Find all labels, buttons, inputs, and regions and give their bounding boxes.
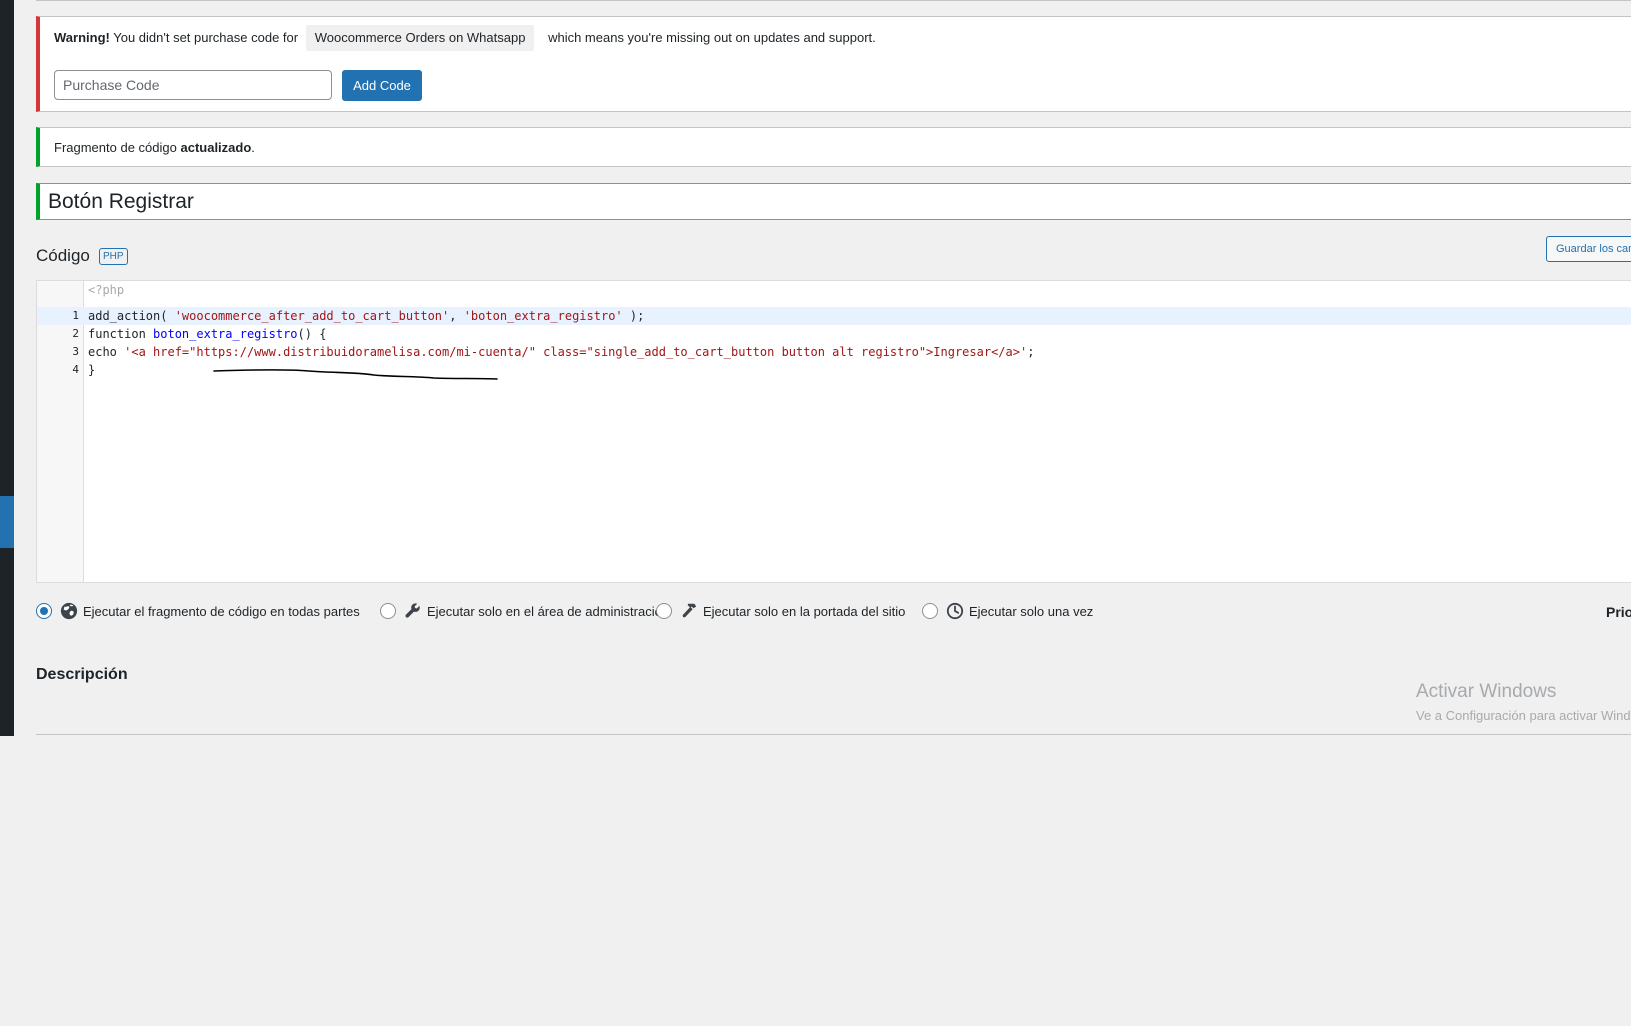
code-token: , — [449, 309, 464, 323]
description-heading: Descripción — [36, 666, 128, 683]
description-editor-top-border — [36, 734, 1631, 735]
warning-message: Warning! You didn't set purchase code fo… — [54, 25, 876, 51]
warning-text-after: which means you're missing out on update… — [548, 30, 876, 45]
code-token: } — [88, 363, 96, 377]
windows-activation-subtitle: Ve a Configuración para activar Windows. — [1416, 708, 1631, 723]
radio-once[interactable] — [922, 603, 938, 619]
hammer-icon — [682, 603, 697, 618]
code-token: function — [88, 327, 154, 341]
line-number: 2 — [72, 327, 79, 340]
scope-everywhere-label: Ejecutar el fragmento de código en todas… — [83, 603, 360, 619]
priority-label: Prioridad — [1606, 604, 1631, 620]
scope-option-everywhere[interactable]: Ejecutar el fragmento de código en todas… — [36, 600, 360, 622]
code-token: () { — [297, 327, 327, 341]
save-changes-button[interactable]: Guardar los cambios — [1546, 236, 1631, 262]
snippet-title-input[interactable]: Botón Registrar — [36, 183, 1631, 220]
line-number: 1 — [72, 309, 79, 322]
scope-option-admin[interactable]: Ejecutar solo en el área de administraci… — [380, 600, 669, 622]
code-token: echo — [88, 345, 125, 359]
radio-admin[interactable] — [380, 603, 396, 619]
scope-option-once[interactable]: Ejecutar solo una vez — [922, 600, 1093, 622]
clock-icon — [946, 602, 964, 620]
code-line[interactable]: 3 echo '<a href="https://www.distribuido… — [37, 343, 1631, 361]
success-text: Fragmento de código — [54, 140, 177, 155]
success-message: Fragmento de código actualizado. — [54, 138, 255, 158]
code-line[interactable]: 2 function boton_extra_registro() { — [37, 325, 1631, 343]
handwritten-underline-scribble — [213, 369, 498, 380]
code-editor-header: <?php — [37, 281, 1631, 299]
code-token: ; — [1027, 345, 1035, 359]
code-token: 'woocommerce_after_add_to_cart_button' — [174, 309, 450, 323]
scope-option-frontend[interactable]: Ejecutar solo en la portada del sitio — [656, 600, 905, 622]
line-number: 4 — [72, 363, 79, 376]
code-token: ); — [622, 309, 645, 323]
plugin-name-chip: Woocommerce Orders on Whatsapp — [305, 25, 535, 51]
warning-text-before: You didn't set purchase code for — [113, 30, 299, 45]
code-line[interactable]: 1 add_action( 'woocommerce_after_add_to_… — [37, 307, 1631, 325]
scope-admin-label: Ejecutar solo en el área de administraci… — [427, 603, 670, 619]
warning-label: Warning! — [54, 30, 110, 45]
radio-everywhere[interactable] — [36, 603, 52, 619]
code-editor[interactable]: <?php 1 add_action( 'woocommerce_after_a… — [36, 280, 1631, 583]
success-period: . — [251, 140, 255, 155]
code-token: '<a href="https://www.distribuidoramelis… — [124, 345, 1028, 359]
purchase-code-input[interactable] — [54, 70, 332, 100]
line-content: function boton_extra_registro() { — [88, 325, 326, 343]
scope-frontend-label: Ejecutar solo en la portada del sitio — [703, 603, 906, 619]
snippet-updated-notice: Fragmento de código actualizado. — [36, 127, 1631, 167]
collapse-menu-button[interactable] — [0, 496, 14, 1026]
line-content: } — [88, 361, 95, 379]
code-token: boton_extra_registro — [153, 327, 298, 341]
windows-activation-title: Activar Windows — [1416, 681, 1557, 702]
code-token: add_action( — [88, 309, 175, 323]
line-content: add_action( 'woocommerce_after_add_to_ca… — [88, 307, 644, 325]
scope-once-label: Ejecutar solo una vez — [969, 603, 1094, 619]
line-number: 3 — [72, 345, 79, 358]
wrench-icon — [405, 603, 420, 618]
success-emphasis: actualizado — [180, 140, 252, 155]
radio-frontend[interactable] — [656, 603, 672, 619]
code-section-heading: Código — [36, 246, 90, 265]
chevron-left-icon — [5, 1010, 13, 1026]
php-badge: PHP — [99, 248, 128, 265]
top-divider — [36, 0, 1631, 1]
code-token: 'boton_extra_registro' — [463, 309, 623, 323]
php-open-tag: <?php — [88, 283, 125, 297]
globe-icon — [60, 602, 78, 620]
add-code-button[interactable]: Add Code — [342, 70, 422, 101]
purchase-code-warning-notice: Warning! You didn't set purchase code fo… — [36, 16, 1631, 112]
admin-sidebar — [0, 0, 14, 736]
line-content: echo '<a href="https://www.distribuidora… — [88, 343, 1034, 361]
